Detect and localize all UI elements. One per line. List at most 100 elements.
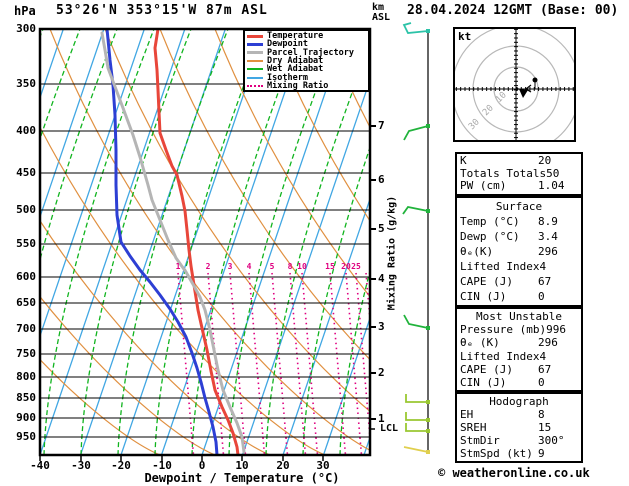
row-label: CAPE (J) <box>460 362 513 376</box>
table-row: Lifted Index 4 <box>460 350 578 363</box>
row-value: 300° <box>538 434 565 447</box>
pressure-tick-label: 550 <box>16 237 36 250</box>
wind-barb <box>405 412 428 421</box>
row-value: 3.4 <box>538 230 558 243</box>
x-axis-label: Dewpoint / Temperature (°C) <box>144 471 340 485</box>
table-row: Lifted Index 4 <box>460 259 578 274</box>
row-label: Dewp (°C) <box>460 230 520 243</box>
mixing-ratio-label: 4 <box>246 262 252 271</box>
wind-barb <box>402 22 429 34</box>
table-row: PW (cm) 1.04 <box>460 180 578 193</box>
table-row: CAPE (J) 67 <box>460 363 578 376</box>
table-row: Pressure (mb) 996 <box>460 323 578 336</box>
dry-adiabat-legend-swatch <box>247 60 263 63</box>
wind-barb-marker <box>426 400 430 404</box>
temperature-legend-swatch <box>247 34 263 38</box>
isotherm-line <box>282 197 370 455</box>
row-value: 296 <box>538 336 558 350</box>
row-label: CAPE (J) <box>460 275 513 288</box>
pressure-tick-label: 500 <box>16 203 36 216</box>
table-row: Dewp (°C) 3.4 <box>460 229 578 244</box>
pressure-tick-label: 350 <box>16 77 36 90</box>
pressure-tick-label: 650 <box>16 296 36 309</box>
row-label: K <box>460 154 467 167</box>
row-label: StmDir <box>460 434 500 447</box>
wind-barb-marker <box>426 209 430 213</box>
row-label: StmSpd (kt) <box>460 447 533 460</box>
skewt-sounding-page: hPa 53°26'N 353°15'W 87m ASL 28.04.2024 … <box>0 0 629 486</box>
row-label: PW (cm) <box>460 179 507 193</box>
line-legend: Temperature Dewpoint Parcel Trajectory Dry … <box>243 29 370 92</box>
hodograph-ring-label: 30 <box>467 117 482 132</box>
table-row: CAPE (J) 67 <box>460 274 578 289</box>
table-row: CIN (J) 0 <box>460 289 578 304</box>
wind-barb-marker <box>426 29 430 33</box>
row-value: 9 <box>538 447 545 460</box>
wind-barb <box>403 125 429 141</box>
wet-adiabat-line <box>43 29 155 455</box>
pressure-tick-label: 800 <box>16 370 36 383</box>
table-header: Most Unstable <box>475 310 563 323</box>
wind-barb-marker <box>426 450 430 454</box>
wind-barb <box>405 394 428 403</box>
hodograph-storm-triangle <box>519 89 528 98</box>
table-header: Surface <box>495 200 543 213</box>
row-label: Lifted Index <box>460 260 540 273</box>
row-label: Temp (°C) <box>460 215 520 228</box>
row-value: 0 <box>538 290 545 303</box>
wind-barb-marker <box>426 429 430 433</box>
pressure-tick-label: 400 <box>16 124 36 137</box>
most-unstable-table: Most Unstable Pressure (mb) 996 θₑ (K) 296 Li… <box>455 307 583 392</box>
pressure-tick-label: 600 <box>16 270 36 283</box>
row-label: CIN (J) <box>460 375 507 389</box>
row-value: 4 <box>539 260 547 273</box>
row-value: 67 <box>538 362 552 376</box>
hodograph-ring-label: 10 <box>494 90 509 105</box>
dewpoint-legend-swatch <box>247 42 263 46</box>
hodograph-table: Hodograph EH 8 SREH 15 StmDir 300° StmSpd (kt) 9 <box>455 392 583 463</box>
wind-barb <box>402 206 429 215</box>
row-value: 20 <box>538 154 552 167</box>
parcel-trajectory-legend-swatch <box>247 51 263 55</box>
wind-barb-marker <box>426 326 430 330</box>
mixing-ratio-label: 5 <box>269 262 275 271</box>
row-label: Pressure (mb) <box>460 323 547 337</box>
pressure-tick-label: 750 <box>16 347 36 360</box>
row-label: Lifted Index <box>460 349 540 363</box>
hodograph-panel: 10 20 30 kt <box>453 27 576 142</box>
wind-barb <box>405 423 428 432</box>
row-value: 67 <box>538 275 552 288</box>
row-label: θₑ (K) <box>460 336 500 350</box>
dry-adiabat-line <box>104 29 370 413</box>
row-value: 1.04 <box>538 179 565 193</box>
table-row: EH 8 <box>460 408 578 421</box>
row-value: 15 <box>538 421 552 434</box>
isotherm-legend-swatch <box>247 76 263 79</box>
mixing-ratio-label: 15 <box>325 262 335 271</box>
table-row: StmDir 300° <box>460 434 578 447</box>
wet-adiabat-line <box>265 42 370 455</box>
table-row: θₑ(K) 296 <box>460 244 578 259</box>
mixing-ratio-label: 10 <box>297 262 307 271</box>
hodograph-canvas: 102030 <box>455 29 574 140</box>
surface-table: Surface Temp (°C) 8.9 Dewp (°C) 3.4 θₑ(K) 296 L… <box>455 196 583 307</box>
wind-barb-marker <box>426 124 430 128</box>
asl-axis-header: ASL <box>372 12 391 23</box>
mixing-ratio-line <box>177 272 195 455</box>
mixing-ratio-label: 25 <box>351 262 361 271</box>
wind-barb <box>403 446 429 453</box>
lcl-marker-label: LCL <box>380 423 399 434</box>
wind-barb <box>403 314 429 329</box>
pressure-tick-label: 450 <box>16 166 36 179</box>
pressure-tick-label: 700 <box>16 322 36 335</box>
wind-barb-marker <box>426 418 430 422</box>
mixing-ratio-label: 3 <box>227 262 233 271</box>
wet-adiabat-line <box>80 29 192 455</box>
row-value: 296 <box>538 245 558 258</box>
pressure-tick-label: 900 <box>16 411 36 424</box>
temp-tick-label: -30 <box>71 459 91 472</box>
row-label: EH <box>460 408 474 421</box>
row-label: θₑ(K) <box>460 245 494 258</box>
table-row: SREH 15 <box>460 421 578 434</box>
row-value: 4 <box>539 349 547 363</box>
